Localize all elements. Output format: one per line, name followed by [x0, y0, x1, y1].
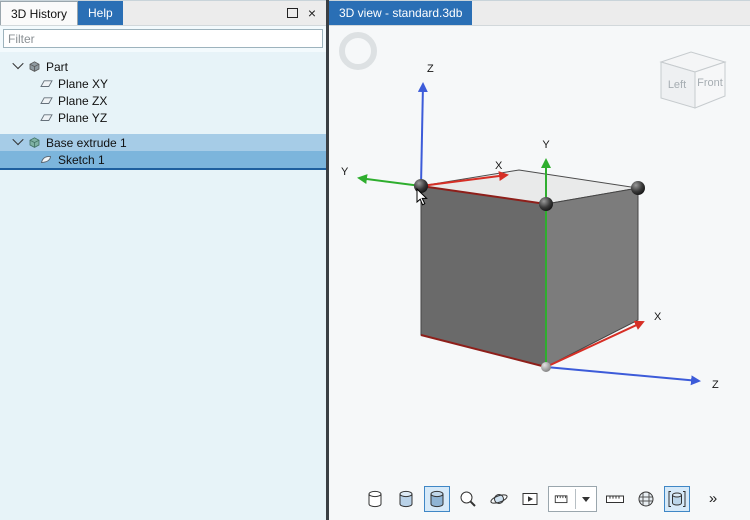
- viewport: Left Front Y X Z Z Y X »: [329, 26, 750, 520]
- sketch-axis-y-label: Y: [341, 166, 349, 178]
- world-axis-y-label: Y: [542, 139, 550, 151]
- filter-row: [0, 26, 326, 52]
- render-wireframe-button[interactable]: [362, 486, 388, 512]
- vertex-handle[interactable]: [631, 181, 645, 195]
- render-solid-button[interactable]: [423, 486, 450, 512]
- tab-3d-view[interactable]: 3D view - standard.3db: [329, 1, 473, 25]
- combo-separator: [574, 489, 576, 509]
- tree-item-label: Plane ZX: [58, 93, 108, 108]
- world-axis-z[interactable]: [545, 366, 701, 386]
- sketch-icon: [40, 153, 53, 166]
- view-panel: 3D view - standard.3db Left Front Y X Z …: [329, 0, 750, 520]
- extruded-solid[interactable]: [420, 169, 639, 368]
- world-axis-x-label: X: [654, 311, 662, 323]
- tree-item-plane-yz[interactable]: Plane YZ: [0, 109, 326, 126]
- tree-item-label: Plane YZ: [58, 110, 108, 125]
- view-toolbar: »: [329, 486, 750, 512]
- vertex-handle[interactable]: [414, 179, 428, 193]
- chevron-down-icon[interactable]: [12, 133, 24, 146]
- chevron-down-icon[interactable]: [581, 496, 590, 502]
- tree-item-label: Part: [46, 59, 69, 74]
- tab-help-label: Help: [88, 6, 113, 20]
- zoom-fit-button[interactable]: [455, 486, 481, 512]
- panel-window-buttons: ×: [286, 1, 326, 25]
- view-cube-left-label: Left: [668, 79, 686, 91]
- mesh-quality-button[interactable]: [633, 486, 659, 512]
- sketch-axis-z-label: Z: [427, 63, 434, 75]
- measure-button[interactable]: [602, 486, 628, 512]
- cube-right-face[interactable]: [545, 187, 639, 368]
- sketch-axis-z[interactable]: [417, 82, 428, 187]
- extrude-icon: [28, 136, 41, 149]
- history-tree: Part Plane XY Plane ZX Plane YZ Base ext…: [0, 52, 326, 520]
- tab-help[interactable]: Help: [78, 1, 123, 25]
- part-icon: [28, 60, 41, 73]
- filter-input[interactable]: [3, 29, 323, 48]
- tree-item-base-extrude[interactable]: Base extrude 1: [0, 133, 326, 151]
- tree-item-label: Sketch 1: [58, 152, 105, 167]
- chevron-down-icon[interactable]: [12, 57, 24, 70]
- vertex-handle[interactable]: [539, 197, 553, 211]
- cad-application-window: 3D History Help × Part: [0, 0, 750, 520]
- tree-item-label: Plane XY: [58, 76, 109, 91]
- tree-item-label: Base extrude 1: [46, 135, 127, 150]
- dimension-icon: [551, 488, 573, 510]
- tree-item-part[interactable]: Part: [0, 57, 326, 75]
- render-shaded-button[interactable]: [393, 486, 419, 512]
- plane-icon: [40, 111, 53, 124]
- tab-3d-history-label: 3D History: [11, 6, 68, 21]
- maximize-icon[interactable]: [286, 8, 298, 18]
- tab-3d-history[interactable]: 3D History: [0, 1, 79, 25]
- orbit-widget-icon[interactable]: [339, 32, 377, 70]
- plane-icon: [40, 77, 53, 90]
- plane-icon: [40, 94, 53, 107]
- view-cube-front-label: Front: [697, 77, 723, 89]
- dimension-style-dropdown[interactable]: [547, 486, 597, 512]
- viewport-canvas[interactable]: Left Front Y X Z Z Y X: [329, 26, 750, 496]
- sketch-axes: Z Y X: [341, 63, 509, 187]
- history-panel: 3D History Help × Part: [0, 0, 326, 520]
- origin-handle[interactable]: [541, 362, 551, 372]
- orbit-button[interactable]: [486, 486, 512, 512]
- solid-container-button[interactable]: [663, 486, 690, 512]
- view-cube[interactable]: Left Front: [659, 51, 727, 109]
- tree-item-plane-xy[interactable]: Plane XY: [0, 75, 326, 92]
- sketch-axis-x-label: X: [495, 160, 503, 172]
- tree-item-plane-zx[interactable]: Plane ZX: [0, 92, 326, 109]
- sketch-axis-y[interactable]: [357, 174, 422, 187]
- world-axis-z-label: Z: [712, 379, 719, 391]
- toolbar-overflow-button[interactable]: »: [709, 486, 717, 512]
- drop-indicator-line: [0, 168, 326, 170]
- view-mode-button[interactable]: [517, 486, 543, 512]
- close-icon[interactable]: ×: [308, 6, 316, 20]
- tab-3d-view-label: 3D view - standard.3db: [339, 6, 463, 20]
- tree-item-sketch-1[interactable]: Sketch 1: [0, 151, 326, 168]
- view-tabbar: 3D view - standard.3db: [329, 1, 750, 26]
- left-tabbar: 3D History Help ×: [0, 1, 326, 26]
